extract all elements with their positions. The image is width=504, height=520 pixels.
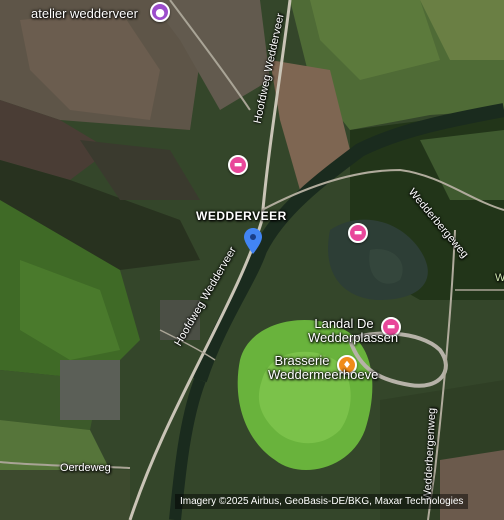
- poi-marker-lodging-1[interactable]: ▬: [228, 155, 248, 175]
- palette-icon: ●: [155, 5, 165, 19]
- map-attribution: Imagery ©2025 Airbus, GeoBasis-DE/BKG, M…: [175, 494, 469, 509]
- road-label-partial-w: W: [495, 272, 504, 284]
- poi-label-landal[interactable]: Landal De Wedderplassen: [308, 317, 398, 345]
- bed-icon: ▬: [353, 228, 363, 238]
- location-pin-icon[interactable]: [244, 228, 262, 254]
- poi-marker-lodging-2[interactable]: ▬: [348, 223, 368, 243]
- poi-label-atelier[interactable]: atelier wedderveer: [31, 7, 138, 20]
- bed-icon: ▬: [233, 160, 243, 170]
- road-label-oerdeweg: Oerdeweg: [60, 462, 111, 474]
- place-label-wedderveer: WEDDERVEER: [196, 209, 287, 223]
- satellite-map[interactable]: ● atelier wedderveer ▬ ▬ ▬ Landal De Wed…: [0, 0, 504, 520]
- poi-marker-atelier[interactable]: ●: [150, 2, 170, 22]
- poi-label-brasserie[interactable]: Brasserie Weddermeerhoeve: [268, 354, 378, 382]
